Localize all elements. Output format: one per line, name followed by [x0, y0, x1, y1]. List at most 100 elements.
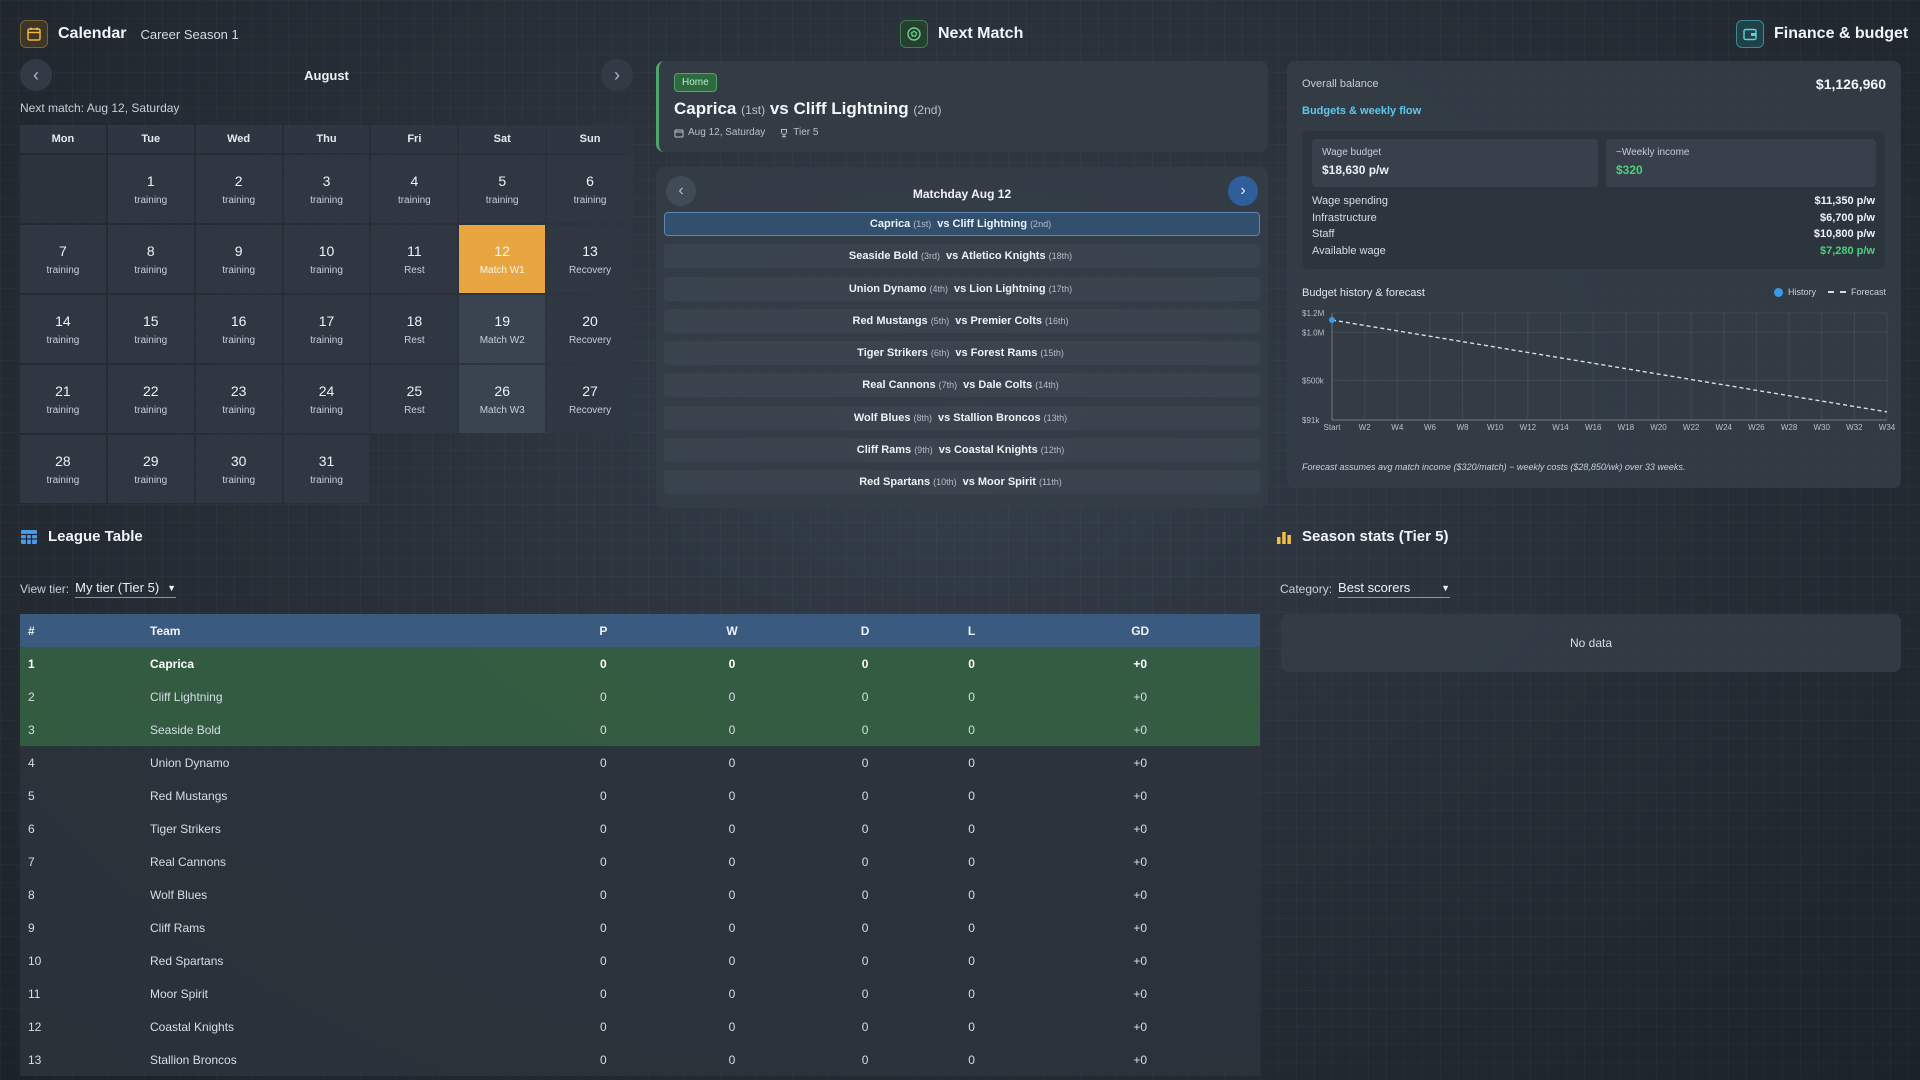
table-row[interactable]: 11 Moor Spirit 0 0 0 0 +0 [20, 977, 1260, 1010]
calendar-day[interactable]: 5 training [459, 155, 546, 223]
table-cell: Caprica [80, 647, 550, 680]
table-cell: +0 [1020, 911, 1260, 944]
calendar-day[interactable]: 26 Match W3 [459, 365, 546, 433]
fixture-row[interactable]: Red Mustangs (5th) vs Premier Colts (16th) [664, 308, 1260, 333]
calendar-day[interactable]: 10 training [283, 225, 370, 293]
column-header[interactable]: # [20, 614, 80, 647]
calendar-day[interactable]: 25 Rest [371, 365, 458, 433]
column-header[interactable]: Team [80, 614, 550, 647]
table-cell: 0 [807, 845, 923, 878]
fixture-row[interactable]: Seaside Bold (3rd) vs Atletico Knights (18th… [664, 244, 1260, 269]
calendar-day[interactable]: 28 training [20, 435, 106, 503]
table-cell: 0 [922, 878, 1021, 911]
calendar-day[interactable]: 23 training [195, 365, 282, 433]
fixture-away-position: (18th) [1048, 251, 1073, 262]
table-cell: +0 [1020, 977, 1260, 1010]
chart-legend: History Forecast [1773, 287, 1886, 297]
wage-breakdown-row: Staff $10,800 p/w [1312, 226, 1875, 243]
calendar-day[interactable]: 1 training [107, 155, 194, 223]
view-tier-select[interactable]: My tier (Tier 5) ▼ [75, 580, 177, 598]
column-header[interactable]: W [656, 614, 808, 647]
fixture-away-position: (12th) [1040, 445, 1065, 456]
calendar-day[interactable]: 27 Recovery [547, 365, 633, 433]
calendar-day[interactable]: 22 training [107, 365, 194, 433]
fixture-row[interactable]: Union Dynamo (4th) vs Lion Lightning (17th) [664, 276, 1260, 301]
day-number: 23 [230, 382, 247, 399]
calendar-day[interactable]: 24 training [283, 365, 370, 433]
calendar-day[interactable]: 17 training [283, 295, 370, 363]
calendar-day[interactable]: 12 Match W1 [459, 225, 546, 293]
table-row[interactable]: 8 Wolf Blues 0 0 0 0 +0 [20, 878, 1260, 911]
calendar-day[interactable]: 20 Recovery [547, 295, 633, 363]
weekday-header: Mon [20, 125, 106, 153]
calendar-day[interactable]: 30 training [195, 435, 282, 503]
calendar-day[interactable]: 11 Rest [371, 225, 458, 293]
table-row[interactable]: 13 Stallion Broncos 0 0 0 0 +0 [20, 1043, 1260, 1076]
fixture-row[interactable]: Tiger Strikers (6th) vs Forest Rams (15th) [664, 341, 1260, 366]
fixture-home-position: (10th) [933, 477, 957, 488]
table-cell: Tiger Strikers [80, 812, 550, 845]
table-row[interactable]: 9 Cliff Rams 0 0 0 0 +0 [20, 911, 1260, 944]
table-cell: 0 [807, 1010, 923, 1043]
table-row[interactable]: 4 Union Dynamo 0 0 0 0 +0 [20, 746, 1260, 779]
fixture-away-team: Dale Colts [978, 379, 1033, 392]
calendar-day[interactable]: 3 training [283, 155, 370, 223]
column-header[interactable]: GD [1020, 614, 1260, 647]
day-activity: training [46, 474, 80, 486]
calendar-day[interactable]: 29 training [107, 435, 194, 503]
fixture-row[interactable]: Wolf Blues (8th) vs Stallion Broncos (13th) [664, 405, 1260, 430]
table-row[interactable]: 12 Coastal Knights 0 0 0 0 +0 [20, 1010, 1260, 1043]
day-number: 18 [406, 312, 423, 329]
calendar-day[interactable]: 15 training [107, 295, 194, 363]
calendar-day[interactable]: 16 training [195, 295, 282, 363]
calendar-day[interactable]: 4 training [371, 155, 458, 223]
prev-month-button[interactable]: ‹ [20, 59, 52, 91]
day-activity: training [222, 404, 256, 416]
season-stats-header: Season stats (Tier 5) [1276, 528, 1448, 545]
calendar-day[interactable]: 9 training [195, 225, 282, 293]
calendar-day[interactable]: 6 training [547, 155, 633, 223]
calendar-day[interactable]: 13 Recovery [547, 225, 633, 293]
category-select[interactable]: Best scorers ▼ [1338, 580, 1451, 598]
calendar-day[interactable]: 19 Match W2 [459, 295, 546, 363]
fixture-row[interactable]: Cliff Rams (9th) vs Coastal Knights (12th) [664, 438, 1260, 463]
next-month-button[interactable]: › [601, 59, 633, 91]
table-row[interactable]: 2 Cliff Lightning 0 0 0 0 +0 [20, 680, 1260, 713]
calendar-day[interactable]: 31 training [283, 435, 370, 503]
day-activity: training [134, 474, 168, 486]
calendar-day[interactable]: 7 training [20, 225, 106, 293]
calendar-day[interactable]: 8 training [107, 225, 194, 293]
league-table: # Team P W D L GD 1 Caprica 0 0 0 0 +0 2 Cliff Lightni… [20, 614, 1260, 1076]
table-row[interactable]: 7 Real Cannons 0 0 0 0 +0 [20, 845, 1260, 878]
home-badge: Home [674, 73, 717, 92]
view-tier-label: View tier: [20, 582, 70, 596]
calendar-day[interactable]: 21 training [20, 365, 106, 433]
next-matchday-button[interactable]: › [1228, 176, 1258, 206]
table-cell: 0 [550, 680, 657, 713]
table-row[interactable]: 10 Red Spartans 0 0 0 0 +0 [20, 944, 1260, 977]
season-stats-empty: No data [1281, 614, 1901, 672]
day-number: 31 [318, 452, 335, 469]
calendar-day[interactable]: 18 Rest [371, 295, 458, 363]
column-header[interactable]: P [550, 614, 657, 647]
fixture-row[interactable]: Caprica (1st) vs Cliff Lightning (2nd) [664, 212, 1260, 236]
fixture-row[interactable]: Real Cannons (7th) vs Dale Colts (14th) [664, 373, 1260, 398]
calendar-day[interactable]: 14 training [20, 295, 106, 363]
budgets-weekly-flow-link[interactable]: Budgets & weekly flow [1302, 105, 1421, 117]
table-row[interactable]: 6 Tiger Strikers 0 0 0 0 +0 [20, 812, 1260, 845]
day-activity: Match W3 [479, 404, 525, 416]
x-tick-label: W4 [1391, 423, 1404, 432]
league-table-header: # Team P W D L GD [20, 614, 1260, 647]
table-row[interactable]: 5 Red Mustangs 0 0 0 0 +0 [20, 779, 1260, 812]
fixture-row[interactable]: Red Spartans (10th) vs Moor Spirit (11th) [664, 470, 1260, 495]
table-row[interactable]: 3 Seaside Bold 0 0 0 0 +0 [20, 713, 1260, 746]
table-row[interactable]: 1 Caprica 0 0 0 0 +0 [20, 647, 1260, 680]
table-cell: Cliff Rams [80, 911, 550, 944]
column-header[interactable]: L [922, 614, 1021, 647]
column-header[interactable]: D [807, 614, 923, 647]
weekday-header: Sat [459, 125, 546, 153]
day-activity: Match W1 [479, 264, 525, 276]
table-cell: 0 [922, 812, 1021, 845]
day-activity: training [222, 474, 256, 486]
calendar-day[interactable]: 2 training [195, 155, 282, 223]
